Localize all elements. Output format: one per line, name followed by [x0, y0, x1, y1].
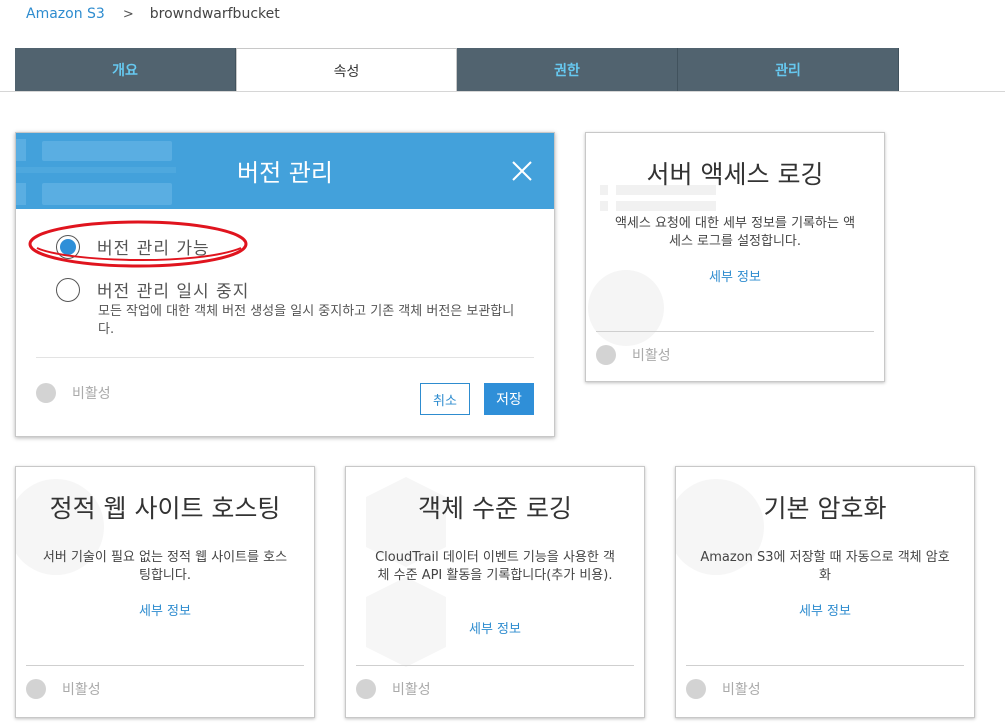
tab-divider: [0, 91, 1005, 92]
radio-selected-dot: [60, 238, 76, 255]
versioning-card-header: 버전 관리: [16, 133, 554, 209]
server-access-logging-status-text: 비활성: [632, 348, 671, 364]
object-level-logging-status-text: 비활성: [392, 682, 431, 698]
server-access-logging-desc: 액세스 요청에 대한 세부 정보를 기록하는 액세스 로그를 설정합니다.: [614, 216, 856, 249]
static-website-hosting-card[interactable]: 정적 웹 사이트 호스팅 서버 기술이 필요 없는 정적 웹 사이트를 호스팅합…: [15, 466, 315, 718]
default-encryption-details-link[interactable]: 세부 정보: [676, 600, 974, 619]
static-website-hosting-desc: 서버 기술이 필요 없는 정적 웹 사이트를 호스팅합니다.: [42, 550, 288, 583]
server-access-logging-status: 비활성: [596, 345, 671, 365]
status-indicator-icon: [26, 679, 46, 699]
static-website-hosting-details-link[interactable]: 세부 정보: [16, 600, 314, 619]
radio-button-unchecked[interactable]: [56, 277, 80, 302]
card-divider: [686, 665, 964, 666]
radio-suspend-versioning[interactable]: 버전 관리 일시 중지: [56, 277, 249, 302]
status-indicator-icon: [356, 679, 376, 699]
versioning-card-expanded: 버전 관리 버전 관리 가능 버전 관리 일시 중지 모든 작업에 대한 객체 …: [15, 132, 555, 437]
tab-permissions[interactable]: 권한: [457, 48, 678, 92]
radio-button-checked[interactable]: [56, 234, 80, 259]
default-encryption-card[interactable]: 기본 암호화 Amazon S3에 저장할 때 자동으로 객체 암호화 세부 정…: [675, 466, 975, 718]
versioning-status-text: 비활성: [72, 386, 111, 402]
server-access-logging-details-link[interactable]: 세부 정보: [586, 266, 884, 285]
default-encryption-title: 기본 암호화: [763, 494, 887, 523]
server-access-logging-title: 서버 액세스 로깅: [646, 160, 824, 189]
tab-overview[interactable]: 개요: [15, 48, 236, 92]
default-encryption-desc: Amazon S3에 저장할 때 자동으로 객체 암호화: [700, 550, 950, 583]
bucket-tabs: 개요 속성 권한 관리: [15, 48, 899, 92]
suspend-versioning-description: 모든 작업에 대한 객체 버전 생성을 일시 중지하고 기존 객체 버전은 보관…: [98, 304, 515, 337]
radio-enable-versioning[interactable]: 버전 관리 가능: [56, 234, 210, 259]
default-encryption-status-text: 비활성: [722, 682, 761, 698]
static-website-hosting-title: 정적 웹 사이트 호스팅: [49, 494, 281, 523]
object-level-logging-desc: CloudTrail 데이터 이벤트 기능을 사용한 객체 수준 API 활동을…: [375, 550, 615, 583]
breadcrumb-bucket-name: browndwarfbucket: [149, 6, 280, 22]
server-access-logging-card[interactable]: 서버 액세스 로깅 액세스 요청에 대한 세부 정보를 기록하는 액세스 로그를…: [585, 132, 885, 382]
save-button[interactable]: 저장: [484, 383, 534, 415]
card-divider: [356, 665, 634, 666]
breadcrumb-amazon-s3-link[interactable]: Amazon S3: [26, 6, 105, 22]
card-divider: [26, 665, 304, 666]
object-level-logging-card[interactable]: 객체 수준 로깅 CloudTrail 데이터 이벤트 기능을 사용한 객체 수…: [345, 466, 645, 718]
breadcrumb-separator: >: [122, 6, 134, 22]
static-website-hosting-status: 비활성: [26, 679, 101, 699]
versioning-title: 버전 관리: [237, 159, 333, 187]
object-level-logging-details-link[interactable]: 세부 정보: [346, 618, 644, 637]
default-encryption-status: 비활성: [686, 679, 761, 699]
status-indicator-icon: [686, 679, 706, 699]
status-indicator-icon: [596, 345, 616, 365]
tab-properties[interactable]: 속성: [236, 48, 457, 92]
enable-versioning-label: 버전 관리 가능: [97, 239, 210, 259]
object-level-logging-status: 비활성: [356, 679, 431, 699]
modal-divider: [36, 357, 534, 358]
status-indicator-icon: [36, 383, 56, 403]
card-divider: [596, 331, 874, 332]
object-level-logging-title: 객체 수준 로깅: [418, 494, 572, 523]
tab-management[interactable]: 관리: [678, 48, 899, 92]
suspend-versioning-label: 버전 관리 일시 중지: [97, 282, 250, 302]
breadcrumb: Amazon S3 > browndwarfbucket: [26, 4, 280, 24]
versioning-status: 비활성: [36, 383, 111, 403]
cancel-button[interactable]: 취소: [420, 383, 470, 415]
static-website-hosting-status-text: 비활성: [62, 682, 101, 698]
close-icon[interactable]: [510, 159, 534, 183]
